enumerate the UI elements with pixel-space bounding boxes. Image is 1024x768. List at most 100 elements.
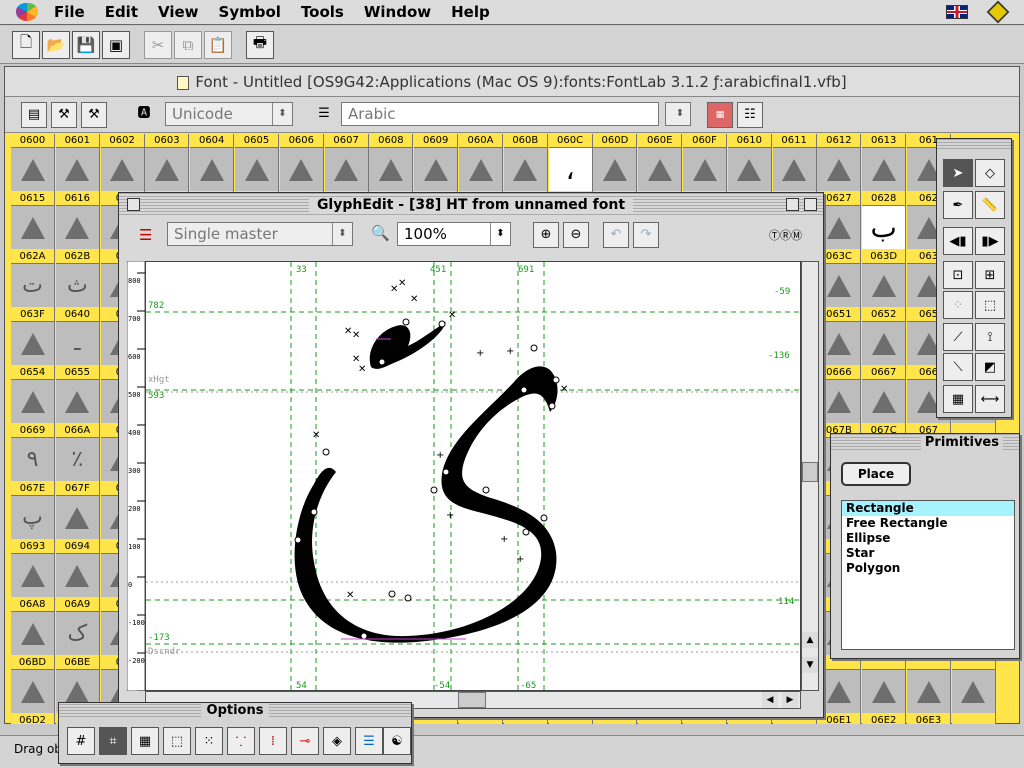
glyph-cell[interactable]: 06E3 <box>907 714 951 724</box>
glyph-cell[interactable]: 060D <box>593 134 638 192</box>
fontlab-app-icon[interactable] <box>986 0 1010 24</box>
codepage-list-icon[interactable]: ☰ <box>311 102 337 128</box>
list-view-icon[interactable]: ☷ <box>737 102 763 128</box>
print-icon[interactable]: 🖶 <box>246 30 274 59</box>
open-icon[interactable]: 📂 <box>42 30 70 59</box>
glyph-cell[interactable]: 0612 <box>817 134 862 192</box>
glyph-cell[interactable] <box>907 656 951 714</box>
vertical-scrollbar[interactable]: ▲ ▼ <box>801 261 819 691</box>
frame-icon[interactable]: ⬚ <box>163 727 191 755</box>
redo-icon[interactable]: ↷ <box>633 222 659 248</box>
glyph-cell[interactable]: 063D <box>862 250 907 308</box>
save-all-icon[interactable]: ▣ <box>102 30 130 59</box>
glyph-cell[interactable]: 06A9 ک <box>55 598 100 656</box>
glyph-cell[interactable] <box>862 656 907 714</box>
hammer-icon[interactable]: ⚒ <box>51 102 77 128</box>
glyph-cell[interactable]: 0600 <box>11 134 55 192</box>
zoom-box-icon[interactable] <box>786 198 799 211</box>
primitive-item-rectangle[interactable]: Rectangle <box>842 501 1014 516</box>
glyph-cell[interactable]: 062A ت <box>11 250 55 308</box>
points-icon[interactable]: ⁙ <box>195 727 223 755</box>
glyph-cell[interactable]: 06BD <box>11 656 55 714</box>
glyph-cell[interactable]: 0604 <box>190 134 235 192</box>
glyph-edit-titlebar[interactable]: GlyphEdit - [38] HT from unnamed font <box>119 193 823 217</box>
paste-icon[interactable]: 📋 <box>204 30 232 59</box>
glyph-cell[interactable]: 0693 <box>11 540 55 598</box>
encoding-select[interactable]: Unicode ⬍ <box>165 102 293 126</box>
primitive-item-star[interactable]: Star <box>842 546 1014 561</box>
font-window-title[interactable]: Font - Untitled [OS9G42:Applications (Ma… <box>5 67 1019 97</box>
yin-yang-icon[interactable]: ☯ <box>383 727 411 755</box>
scroll-left-icon[interactable]: ◀ <box>762 692 778 708</box>
apple-icon[interactable] <box>16 3 38 21</box>
glyph-cell[interactable]: 063F <box>11 308 55 366</box>
metrics-lines-icon[interactable]: ⌗ <box>99 727 127 755</box>
eraser-tool-icon[interactable]: ◇ <box>975 159 1005 187</box>
glyph-cell[interactable]: 0694 <box>55 540 100 598</box>
glyph-cell[interactable]: 0613 <box>862 134 907 192</box>
copy-icon[interactable]: ⧉ <box>174 30 202 59</box>
glyph-cell[interactable]: 067F <box>55 482 100 540</box>
master-select[interactable]: Single master ⬍ <box>167 222 353 246</box>
glyph-cell[interactable]: 0669 ٩ <box>11 424 55 482</box>
menu-file[interactable]: File <box>44 0 95 25</box>
codepage-stepper[interactable]: ⬍ <box>665 102 691 126</box>
glyph-cell[interactable]: 0652 <box>862 308 907 366</box>
glyph-cell[interactable]: 0601 <box>55 134 100 192</box>
glyph-cell[interactable] <box>951 714 996 724</box>
glyph-cell[interactable]: 060F <box>683 134 727 192</box>
glyph-cell[interactable]: 062B ث <box>55 250 100 308</box>
save-icon[interactable]: 💾 <box>72 30 100 59</box>
select-points-icon[interactable]: ⁘ <box>943 291 973 319</box>
arrow-tool-icon[interactable]: ➤ <box>943 159 973 187</box>
glyph-cell[interactable]: 0640 ـ <box>55 308 100 366</box>
menu-edit[interactable]: Edit <box>95 0 148 25</box>
transform-icon[interactable]: ⊞ <box>975 261 1005 289</box>
glyph-cell[interactable]: 060C ، <box>548 134 593 192</box>
glyph-cell[interactable]: 06A8 <box>11 598 55 656</box>
primitives-titlebar[interactable]: Primitives <box>831 434 1019 452</box>
menu-window[interactable]: Window <box>354 0 441 25</box>
glyph-cell[interactable] <box>951 656 996 714</box>
zoom-in-icon[interactable]: ⊕ <box>533 222 559 248</box>
ruler-tool-icon[interactable]: 📏 <box>975 191 1005 219</box>
primitive-item-polygon[interactable]: Polygon <box>842 561 1014 576</box>
glyph-cell[interactable]: 066A ٪ <box>55 424 100 482</box>
glyph-cell[interactable]: 0628 ب <box>862 192 907 250</box>
new-icon[interactable]: 🗋 <box>12 30 40 59</box>
glyph-cell[interactable]: 060B <box>503 134 548 192</box>
nodes-icon[interactable]: ⸪ <box>227 727 255 755</box>
scroll-right-icon[interactable]: ▶ <box>782 692 798 708</box>
encoding-icon[interactable]: 🅰 <box>131 102 157 128</box>
close-box-icon[interactable] <box>127 198 140 211</box>
menu-tools[interactable]: Tools <box>291 0 354 25</box>
glyph-cell[interactable]: 0605 <box>235 134 279 192</box>
glyph-cell[interactable]: 0606 <box>279 134 324 192</box>
glyph-canvas[interactable]: 782 xHgt 593 -59 -136 114 -173 Dscndr 33… <box>145 261 801 691</box>
paint-fill-icon[interactable]: ◈ <box>323 727 351 755</box>
undo-icon[interactable]: ↶ <box>603 222 629 248</box>
glyph-cell[interactable]: 060E <box>638 134 683 192</box>
scroll-down-icon[interactable]: ▼ <box>802 657 818 673</box>
vertical-scroll-thumb[interactable] <box>802 462 818 482</box>
menu-help[interactable]: Help <box>441 0 500 25</box>
anchor-icon[interactable]: ⊸ <box>291 727 319 755</box>
fill-icon[interactable]: ◩ <box>975 353 1005 381</box>
glyph-cell[interactable]: 060A <box>459 134 503 192</box>
horizontal-scroll-thumb[interactable] <box>458 692 486 708</box>
glyph-cell[interactable]: 0610 <box>727 134 772 192</box>
codepage-field[interactable]: Arabic <box>341 102 659 126</box>
knife-tool-icon[interactable]: ⟍ <box>943 353 973 381</box>
flip-right-icon[interactable]: ▮▶ <box>975 227 1005 255</box>
scroll-up-icon[interactable]: ▲ <box>802 632 818 648</box>
glyph-cell[interactable]: 067E پ <box>11 482 55 540</box>
unicode-display-icon[interactable]: ▦ <box>707 102 733 128</box>
vertical-guide-icon[interactable]: ⁞ <box>259 727 287 755</box>
zoom-out-icon[interactable]: ⊖ <box>563 222 589 248</box>
pen-tool-icon[interactable]: ✒ <box>943 191 973 219</box>
primitive-item-free-rectangle[interactable]: Free Rectangle <box>842 516 1014 531</box>
collapse-box-icon[interactable] <box>804 198 817 211</box>
zoom-field[interactable]: 100% ⬍ <box>397 222 511 246</box>
align-icon[interactable]: ⟟ <box>975 323 1005 351</box>
menu-view[interactable]: View <box>148 0 209 25</box>
